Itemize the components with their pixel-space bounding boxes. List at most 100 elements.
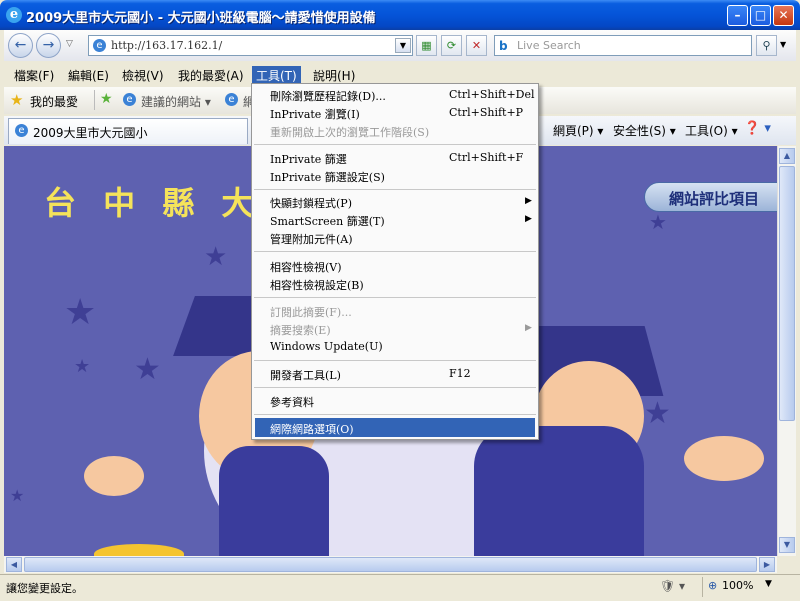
menu-item-delete-history[interactable]: 刪除瀏覽歷程記錄(D)... bbox=[270, 88, 386, 104]
search-input[interactable]: b Live Search bbox=[494, 35, 752, 56]
scroll-thumb[interactable] bbox=[779, 166, 795, 421]
address-input[interactable]: e http://163.17.162.1/ ▼ bbox=[88, 35, 413, 56]
star-decoration: ★ bbox=[64, 292, 97, 333]
zoom-level[interactable]: 100% bbox=[722, 579, 753, 592]
menu-item-inprivate-browsing[interactable]: InPrivate 瀏覽(I) bbox=[270, 106, 360, 122]
menu-item-compatibility-settings[interactable]: 相容性檢視設定(B) bbox=[270, 277, 364, 293]
close-button[interactable]: ✕ bbox=[773, 5, 794, 26]
submenu-arrow-icon: ▶ bbox=[525, 323, 532, 333]
scroll-corner bbox=[777, 556, 796, 573]
student-gown bbox=[219, 446, 329, 556]
menu-separator bbox=[254, 189, 536, 190]
submenu-arrow-icon: ▶ bbox=[525, 196, 532, 206]
menu-item-reference[interactable]: 參考資料 bbox=[270, 394, 314, 410]
protected-mode-icon[interactable]: 🛡 ▾ bbox=[660, 579, 685, 593]
menu-item-subscribe-feed: 訂閱此摘要(F)... bbox=[270, 306, 352, 319]
menu-separator bbox=[254, 297, 536, 298]
stop-button[interactable]: ✕ bbox=[466, 35, 487, 56]
site-rating-text: 網站評比項目 bbox=[669, 190, 760, 208]
vertical-scrollbar[interactable]: ▲ ▼ bbox=[777, 146, 796, 556]
favorites-star-icon: ★ bbox=[10, 91, 24, 109]
suggested-sites-icon: e bbox=[123, 93, 136, 106]
student-gown bbox=[474, 426, 644, 556]
favorites-button[interactable]: 我的最愛 bbox=[30, 93, 78, 110]
scroll-down-button[interactable]: ▼ bbox=[779, 537, 795, 553]
add-favorite-icon[interactable]: ★ bbox=[100, 91, 113, 107]
menu-item-internet-options[interactable]: 網際網路選項(O) bbox=[270, 421, 354, 437]
menu-separator bbox=[254, 144, 536, 145]
divider bbox=[702, 577, 703, 597]
help-icon[interactable]: ❓ ▾ bbox=[744, 121, 771, 136]
shortcut-inprivate-filtering: Ctrl+Shift+F bbox=[449, 151, 524, 164]
hscroll-thumb[interactable] bbox=[24, 557, 757, 572]
page-menu-button[interactable]: 網頁(P) ▾ bbox=[553, 122, 603, 139]
star-decoration: ★ bbox=[74, 356, 91, 377]
menu-item-manage-addons[interactable]: 管理附加元件(A) bbox=[270, 231, 353, 247]
minimize-button[interactable]: – bbox=[727, 5, 748, 26]
menu-separator bbox=[254, 387, 536, 388]
menu-view[interactable]: 檢視(V) bbox=[118, 66, 168, 85]
menu-file[interactable]: 檔案(F) bbox=[10, 66, 58, 85]
scroll-left-button[interactable]: ◀ bbox=[6, 557, 22, 572]
star-decoration: ★ bbox=[649, 210, 667, 234]
compatibility-icon[interactable]: ▦ bbox=[416, 35, 437, 56]
tools-menu-button[interactable]: 工具(O) ▾ bbox=[685, 122, 738, 139]
menu-separator bbox=[254, 251, 536, 252]
safety-menu-button[interactable]: 安全性(S) ▾ bbox=[613, 122, 676, 139]
student-hand bbox=[84, 456, 144, 496]
submenu-arrow-icon: ▶ bbox=[525, 214, 532, 224]
page-icon: e bbox=[93, 39, 106, 52]
menu-favorites[interactable]: 我的最愛(A) bbox=[174, 66, 248, 85]
tab-page-icon: e bbox=[15, 124, 28, 137]
address-dropdown-button[interactable]: ▼ bbox=[395, 38, 411, 53]
student-hand bbox=[684, 436, 764, 481]
school-banner-title: 台 中 縣 大 bbox=[44, 184, 262, 222]
menu-item-inprivate-filter-settings[interactable]: InPrivate 篩選設定(S) bbox=[270, 169, 385, 185]
star-decoration: ★ bbox=[644, 396, 671, 431]
star-decoration: ★ bbox=[134, 352, 161, 387]
star-decoration: ★ bbox=[10, 486, 25, 505]
menu-item-reopen-session: 重新開啟上次的瀏覽工作階段(S) bbox=[270, 126, 430, 139]
menu-item-smartscreen[interactable]: SmartScreen 篩選(T) bbox=[270, 213, 385, 229]
zoom-dropdown[interactable]: ▼ bbox=[765, 579, 772, 589]
shortcut-delete-history: Ctrl+Shift+Del bbox=[449, 88, 535, 101]
decoration-shape bbox=[94, 544, 184, 556]
suggested-sites-link[interactable]: 建議的網站 ▾ bbox=[141, 93, 211, 110]
title-bar[interactable]: e 2009大里市大元國小 - 大元國小班級電腦～請愛惜使用設備 – □ ✕ bbox=[0, 0, 800, 30]
menu-item-windows-update[interactable]: Windows Update(U) bbox=[270, 340, 383, 353]
back-button[interactable]: ← bbox=[8, 33, 33, 58]
status-bar: 讓您變更設定。 🛡 ▾ ⊕ 100% ▼ bbox=[0, 574, 800, 601]
menu-edit[interactable]: 編輯(E) bbox=[64, 66, 113, 85]
menu-bar: 檔案(F) 編輯(E) 檢視(V) 我的最愛(A) 工具(T) 說明(H) bbox=[4, 62, 796, 85]
tab-current[interactable]: e 2009大里市大元國小 bbox=[8, 118, 248, 144]
status-text: 讓您變更設定。 bbox=[6, 582, 83, 595]
window-title: 2009大里市大元國小 - 大元國小班級電腦～請愛惜使用設備 bbox=[26, 11, 376, 26]
recent-pages-dropdown[interactable]: ▽ bbox=[66, 39, 73, 49]
shortcut-inprivate-browsing: Ctrl+Shift+P bbox=[449, 106, 524, 119]
refresh-button[interactable]: ⟳ bbox=[441, 35, 462, 56]
search-options-dropdown[interactable]: ▼ bbox=[780, 40, 786, 49]
divider bbox=[94, 90, 95, 110]
star-decoration: ★ bbox=[204, 242, 228, 272]
menu-item-developer-tools[interactable]: 開發者工具(L) bbox=[270, 367, 341, 383]
address-toolbar: ← → ▽ e http://163.17.162.1/ ▼ ▦ ⟳ ✕ b L… bbox=[4, 30, 796, 61]
live-search-icon: b bbox=[499, 39, 508, 53]
scroll-right-button[interactable]: ▶ bbox=[759, 557, 775, 572]
tab-title: 2009大里市大元國小 bbox=[33, 126, 148, 140]
address-text: http://163.17.162.1/ bbox=[111, 39, 223, 52]
menu-item-inprivate-filtering[interactable]: InPrivate 篩選 bbox=[270, 151, 347, 167]
tools-dropdown-menu: 刪除瀏覽歷程記錄(D)... Ctrl+Shift+Del InPrivate … bbox=[251, 83, 539, 440]
menu-item-compatibility-view[interactable]: 相容性檢視(V) bbox=[270, 259, 342, 275]
maximize-button[interactable]: □ bbox=[750, 5, 771, 26]
search-placeholder: Live Search bbox=[517, 39, 581, 52]
zoom-icon: ⊕ bbox=[708, 579, 718, 592]
web-slice-icon: e bbox=[225, 93, 238, 106]
site-rating-badge[interactable]: 網站評比項目 bbox=[644, 182, 779, 212]
menu-item-feed-discovery: 摘要搜索(E) bbox=[270, 324, 331, 337]
search-button[interactable]: ⚲ bbox=[756, 35, 777, 56]
scroll-up-button[interactable]: ▲ bbox=[779, 148, 795, 164]
horizontal-scrollbar[interactable]: ◀ ▶ bbox=[4, 556, 777, 573]
ie-logo-icon: e bbox=[6, 7, 22, 23]
forward-button[interactable]: → bbox=[36, 33, 61, 58]
menu-item-popup-blocker[interactable]: 快顯封鎖程式(P) bbox=[270, 195, 352, 211]
